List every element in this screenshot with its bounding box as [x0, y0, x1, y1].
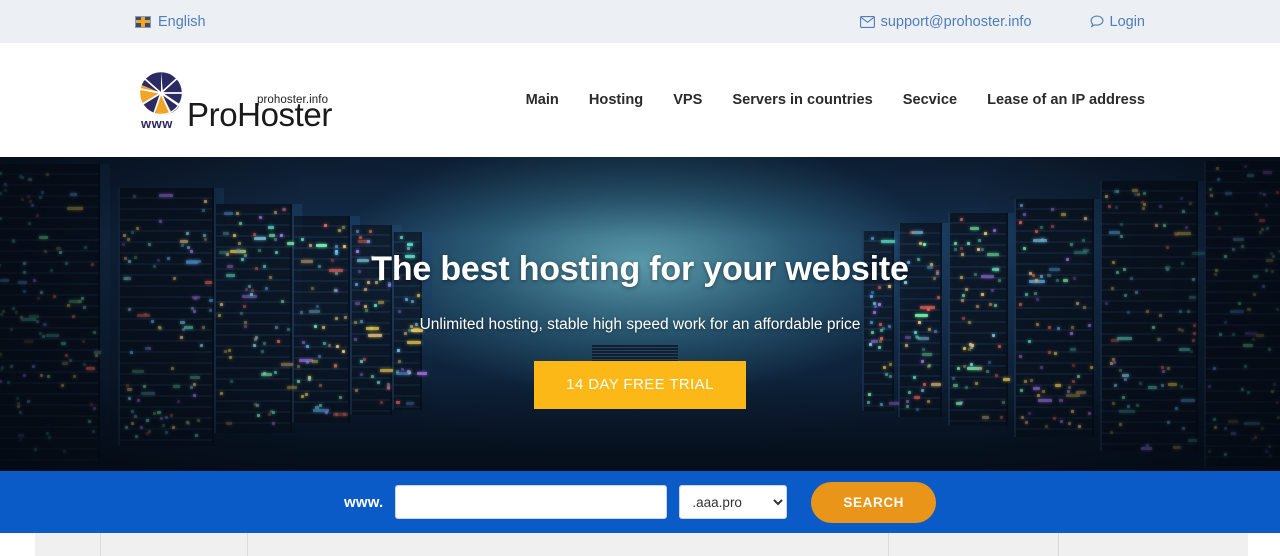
logo-www-label: www	[141, 116, 173, 131]
top-utility-bar: English support@prohoster.info Login	[0, 0, 1280, 43]
flag-icon	[135, 15, 151, 28]
search-button[interactable]: SEARCH	[811, 481, 937, 523]
page-content-peek	[0, 533, 1280, 556]
nav-item-vps[interactable]: VPS	[673, 92, 702, 108]
content-margin-right	[1248, 533, 1280, 556]
globe-logo-mark: www	[135, 69, 189, 131]
content-divider	[1058, 533, 1059, 556]
language-label: English	[158, 13, 206, 30]
language-selector[interactable]: English	[135, 14, 206, 30]
speech-bubble-icon	[1090, 15, 1104, 28]
content-divider	[247, 533, 248, 556]
nav-item-servers[interactable]: Servers in countries	[732, 92, 872, 108]
support-email-link[interactable]: support@prohoster.info	[859, 13, 1032, 30]
hero-title: The best hosting for your website	[371, 250, 909, 288]
content-margin-left	[0, 533, 35, 556]
content-divider	[888, 533, 889, 556]
globe-icon	[138, 70, 184, 116]
hero-subtitle: Unlimited hosting, stable high speed wor…	[419, 316, 861, 333]
envelope-icon	[859, 15, 875, 28]
site-header-inner: www prohoster.info ProHoster Main Hostin…	[135, 69, 1145, 131]
site-logo[interactable]: www prohoster.info ProHoster	[135, 69, 332, 131]
nav-item-hosting[interactable]: Hosting	[589, 92, 643, 108]
nav-item-main[interactable]: Main	[526, 92, 559, 108]
login-label: Login	[1109, 13, 1145, 30]
nav-item-ip-lease[interactable]: Lease of an IP address	[987, 92, 1145, 108]
site-header: www prohoster.info ProHoster Main Hostin…	[0, 43, 1280, 157]
top-utility-bar-inner: English support@prohoster.info Login	[135, 0, 1145, 43]
domain-search-input[interactable]	[395, 485, 668, 519]
main-navigation: Main Hosting VPS Servers in countries Se…	[526, 92, 1145, 108]
domain-search-band: www. .aaa.pro SEARCH	[0, 471, 1280, 533]
hero-banner: The best hosting for your website Unlimi…	[0, 157, 1280, 471]
www-prefix-label: www.	[343, 493, 384, 511]
logo-domain-label: prohoster.info	[257, 94, 329, 106]
free-trial-button[interactable]: 14 DAY FREE TRIAL	[534, 361, 746, 409]
tld-select[interactable]: .aaa.pro	[679, 485, 788, 519]
nav-item-service[interactable]: Secvice	[903, 92, 957, 108]
top-right-links: support@prohoster.info Login	[859, 13, 1145, 30]
login-link[interactable]: Login	[1090, 14, 1145, 30]
logo-text: prohoster.info ProHoster	[187, 92, 332, 131]
support-email-label: support@prohoster.info	[880, 13, 1032, 30]
domain-search-form: www. .aaa.pro SEARCH	[135, 481, 1145, 523]
content-divider	[100, 533, 101, 556]
hero-content: The best hosting for your website Unlimi…	[135, 157, 1145, 409]
